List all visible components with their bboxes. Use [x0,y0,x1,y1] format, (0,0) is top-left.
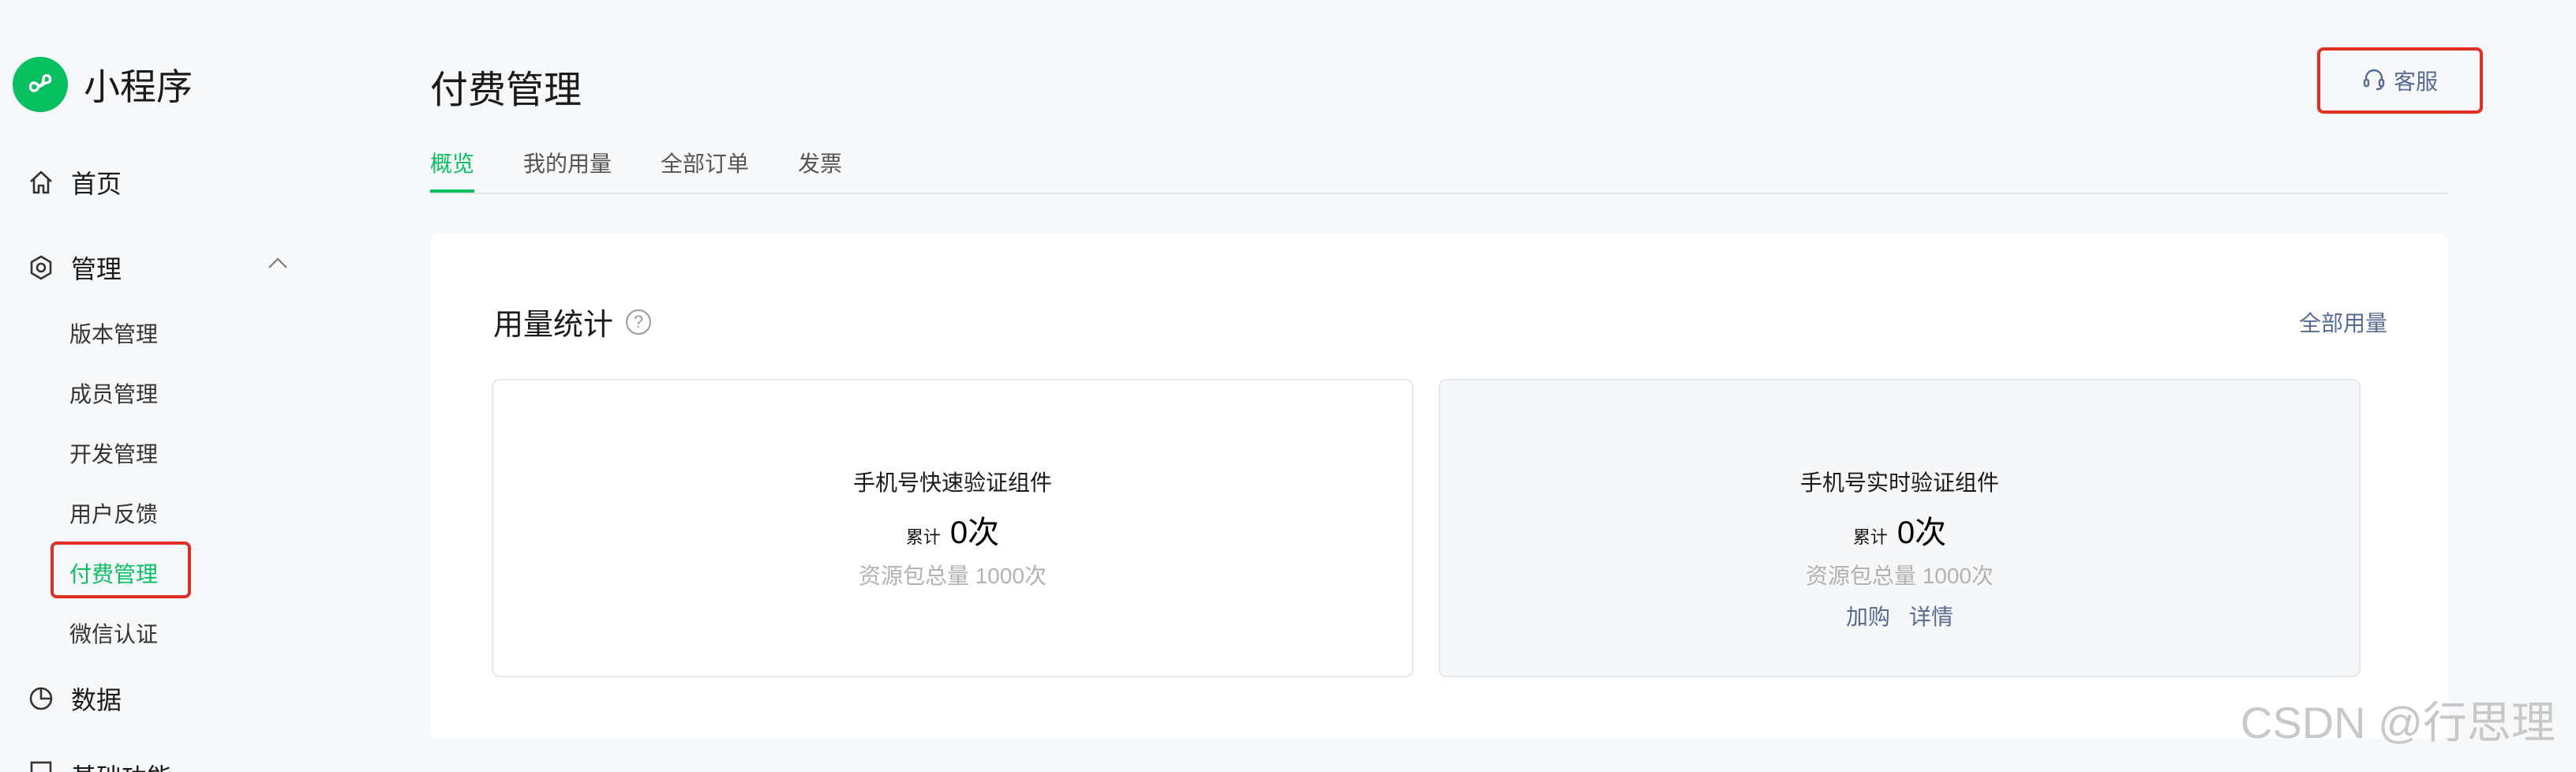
nav-basic[interactable]: 基础功能 [27,758,172,772]
usage-title-text: 用量统计 [493,309,614,342]
manage-icon [27,253,55,282]
usage-title: 用量统计 ? [493,300,652,343]
details-link[interactable]: 详情 [1909,600,1953,631]
tab-overview[interactable]: 概览 [430,147,475,193]
stat-count-prefix: 累计 [1852,527,1888,547]
basic-icon [27,758,55,772]
nav-version-manage[interactable]: 版本管理 [69,317,158,349]
nav-data-label: 数据 [71,686,122,714]
usage-card: 用量统计 ? 全部用量 手机号快速验证组件 累计 0次 资源包总量 1000次 … [430,234,2449,739]
help-icon[interactable]: ? [626,309,652,335]
nav-home[interactable]: 首页 [27,164,122,200]
stat-count-value: 0次 [949,515,1000,550]
nav-home-label: 首页 [71,170,122,198]
stat-pack-total: 资源包总量 1000次 [858,564,1047,588]
all-usage-link[interactable]: 全部用量 [2299,306,2387,338]
tab-divider [430,193,2449,194]
sidebar: 小程序 首页 管理 版本管理 成员管理 开发管理 用户反馈 付费管理 微信认证 … [0,0,363,772]
app-name: 小程序 [84,66,193,107]
stat-pack-total: 资源包总量 1000次 [1805,564,1994,588]
watermark: CSDN @行思理 [2240,698,2555,748]
stat-count: 累计 0次 [1440,507,2359,553]
nav-member-manage[interactable]: 成员管理 [69,377,158,409]
nav-manage-label: 管理 [71,255,122,283]
home-icon [27,168,55,197]
app-logo[interactable]: 小程序 [13,57,193,112]
nav-wechat-verify[interactable]: 微信认证 [69,617,158,649]
tab-bar: 概览 我的用量 全部订单 发票 [430,147,891,193]
stat-count: 累计 0次 [493,507,1412,553]
nav-user-feedback[interactable]: 用户反馈 [69,497,158,529]
tab-invoice[interactable]: 发票 [798,147,842,191]
nav-basic-label: 基础功能 [71,758,172,772]
stat-card-quick-verify: 手机号快速验证组件 累计 0次 资源包总量 1000次 [492,379,1413,677]
headset-icon [2362,67,2386,95]
highlight-box [51,542,191,598]
chevron-up-icon[interactable] [267,256,289,274]
nav-manage[interactable]: 管理 [27,249,122,286]
pie-chart-icon [27,684,55,713]
tab-my-usage[interactable]: 我的用量 [523,147,612,191]
stat-count-value: 0次 [1896,515,1947,550]
stat-count-prefix: 累计 [905,527,941,547]
customer-service-button[interactable]: 客服 [2317,47,2483,114]
stat-links: 加购 详情 [1440,600,2359,631]
nav-data[interactable]: 数据 [27,680,122,717]
tab-all-orders[interactable]: 全部订单 [661,147,749,191]
customer-service-label: 客服 [2393,69,2438,94]
add-purchase-link[interactable]: 加购 [1846,600,1890,631]
mini-program-icon [13,57,68,112]
nav-dev-manage[interactable]: 开发管理 [69,437,158,469]
stat-name: 手机号快速验证组件 [852,470,1052,495]
page-title: 付费管理 [430,69,582,111]
stat-name: 手机号实时验证组件 [1799,470,1999,495]
stat-card-realtime-verify: 手机号实时验证组件 累计 0次 资源包总量 1000次 加购 详情 [1439,379,2361,677]
